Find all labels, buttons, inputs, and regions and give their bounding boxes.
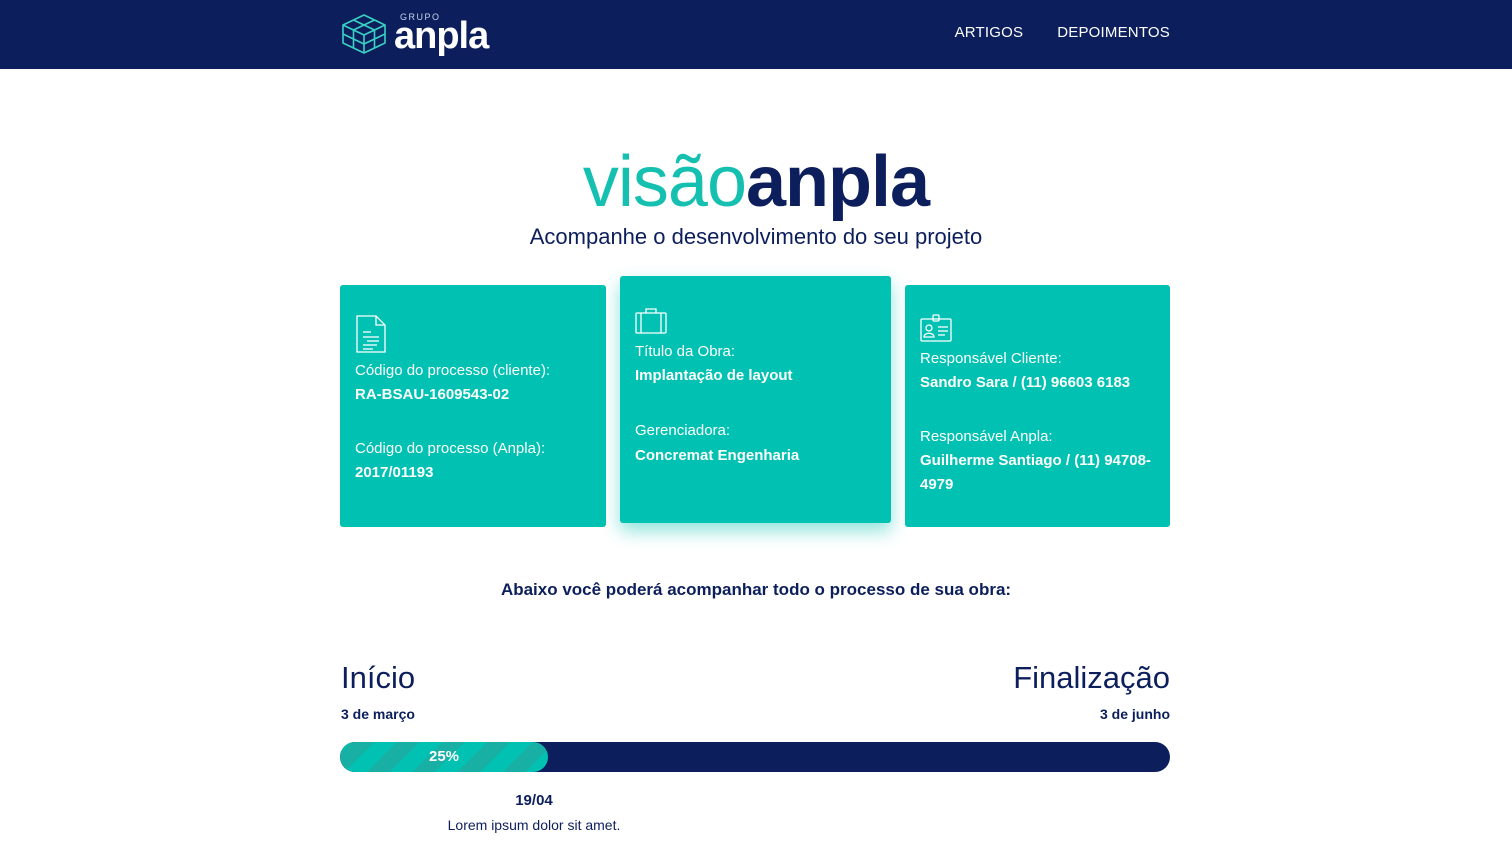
milestone-date: 19/04 bbox=[515, 792, 553, 809]
main-nav: ARTIGOS DEPOIMENTOS bbox=[955, 24, 1170, 41]
title-light-part: visão bbox=[582, 142, 747, 222]
id-badge-icon bbox=[920, 314, 952, 347]
process-code-card: Código do processo (cliente): RA-BSAU-16… bbox=[340, 285, 606, 527]
logo-brand-text: anpla bbox=[394, 15, 489, 57]
briefcase-icon bbox=[635, 307, 667, 339]
timeline-start-date: 3 de março bbox=[341, 706, 415, 722]
navbar: GRUPO anpla ARTIGOS DEPOIMENTOS bbox=[0, 0, 1512, 69]
client-responsible-value: Sandro Sara / (11) 96603 6183 bbox=[920, 374, 1131, 391]
page-title: visãoanpla bbox=[0, 140, 1512, 224]
logo[interactable]: GRUPO anpla bbox=[340, 10, 504, 58]
manager-label: Gerenciadora: bbox=[635, 422, 731, 439]
client-process-code-label: Código do processo (cliente): bbox=[355, 362, 551, 379]
anpla-process-code-value: 2017/01193 bbox=[355, 464, 434, 481]
project-title-label: Título da Obra: bbox=[635, 343, 736, 360]
timeline-start-label: Início bbox=[341, 660, 416, 695]
anpla-responsible-label: Responsável Anpla: bbox=[920, 428, 1053, 445]
nav-link-artigos[interactable]: ARTIGOS bbox=[955, 24, 1024, 41]
progress-bar: 25% bbox=[340, 742, 1170, 772]
anpla-responsible-value: Guilherme Santiago / (11) 94708-4979 bbox=[920, 452, 1151, 493]
nav-link-depoimentos[interactable]: DEPOIMENTOS bbox=[1057, 24, 1170, 41]
progress-percent-text: 25% bbox=[428, 748, 460, 765]
client-responsible-label: Responsável Cliente: bbox=[920, 350, 1062, 367]
client-process-code-value: RA-BSAU-1609543-02 bbox=[355, 386, 510, 403]
timeline-end-label: Finalização bbox=[1013, 660, 1170, 695]
title-bold-part: anpla bbox=[746, 142, 930, 222]
project-title-value: Implantação de layout bbox=[635, 367, 793, 384]
manager-value: Concremat Engenharia bbox=[635, 447, 800, 464]
timeline-end-date: 3 de junho bbox=[1100, 706, 1170, 722]
timeline-intro: Abaixo você poderá acompanhar todo o pro… bbox=[500, 580, 1012, 599]
responsible-card: Responsável Cliente: Sandro Sara / (11) … bbox=[905, 285, 1170, 527]
page-subtitle: Acompanhe o desenvolvimento do seu proje… bbox=[529, 224, 983, 249]
cube-logo-icon bbox=[342, 14, 386, 54]
milestone: 19/04 Lorem ipsum dolor sit amet. bbox=[434, 791, 634, 834]
project-info-card: Título da Obra: Implantação de layout Ge… bbox=[620, 276, 891, 523]
document-icon bbox=[355, 314, 387, 359]
milestone-description: Lorem ipsum dolor sit amet. bbox=[447, 817, 621, 833]
anpla-process-code-label: Código do processo (Anpla): bbox=[355, 440, 546, 457]
